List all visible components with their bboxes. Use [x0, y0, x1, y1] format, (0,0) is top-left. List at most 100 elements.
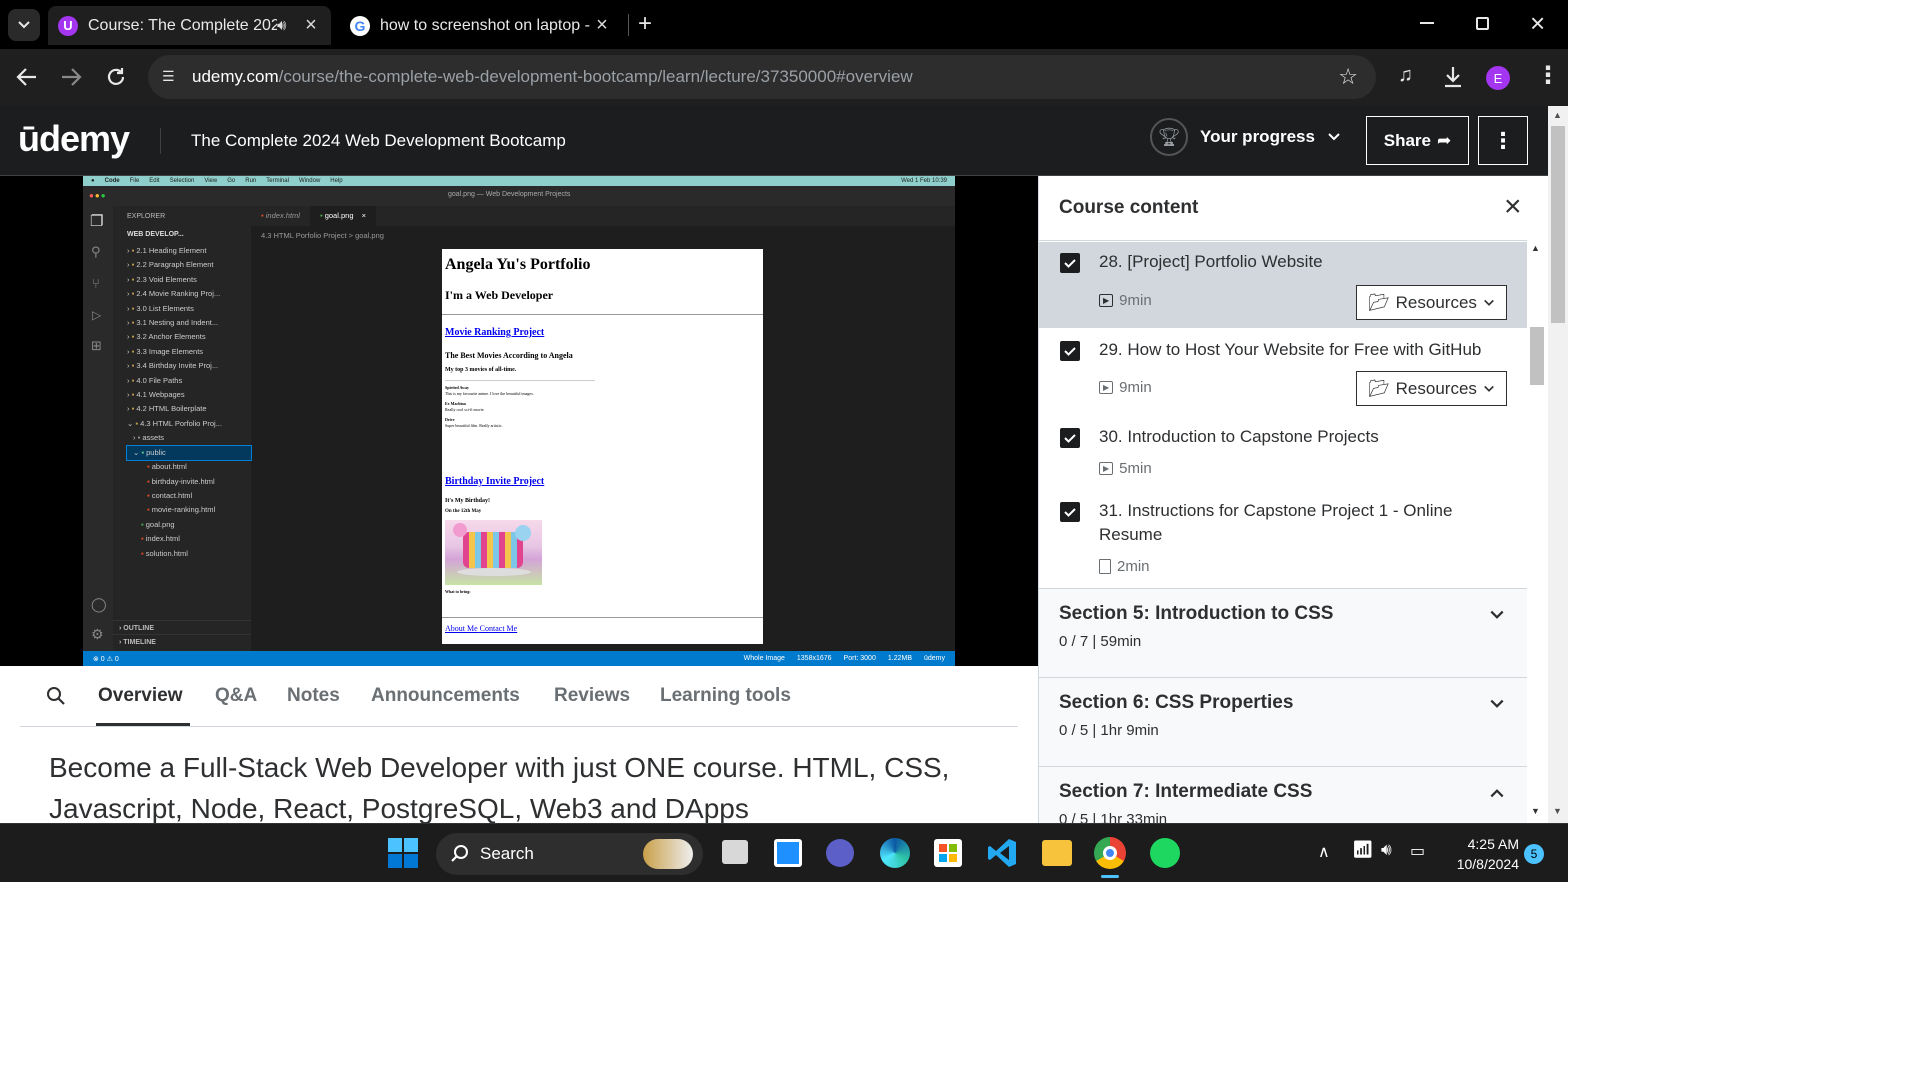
menu-item: Help [330, 178, 343, 184]
browser-tab-strip: U Course: The Complete 2024 Web Developm… [0, 0, 1568, 49]
udemy-logo[interactable]: ūdemy [18, 118, 130, 160]
spotify-icon[interactable] [1150, 838, 1180, 868]
video-player[interactable]: ● Code File Edit Selection View Go Run T… [0, 176, 1038, 666]
folder-icon: 📂︎ [1368, 292, 1390, 312]
tab-announcements[interactable]: Announcements [371, 685, 520, 707]
tab-learning-tools[interactable]: Learning tools [660, 685, 791, 707]
tray-chevron-up-icon[interactable]: ∧ [1318, 842, 1330, 862]
mac-menubar: ● Code File Edit Selection View Go Run T… [83, 176, 955, 186]
tree-folder: › ▪ 2.1 Heading Element [127, 246, 207, 255]
wifi-icon[interactable]: 📶︎ [1352, 840, 1374, 860]
section-header[interactable]: Section 7: Intermediate CSS 0 / 5 | 1hr … [1039, 766, 1527, 823]
chrome-icon[interactable] [1094, 837, 1126, 869]
section-header[interactable]: Section 6: CSS Properties 0 / 5 | 1hr 9m… [1039, 677, 1527, 766]
lecture-title: 29. How to Host Your Website for Free wi… [1099, 340, 1482, 359]
tree-folder: › ▪ 3.4 Birthday Invite Proj... [127, 361, 219, 371]
status-problems: ⊗ 0 ⚠ 0 [93, 655, 119, 663]
forward-icon[interactable] [60, 67, 82, 87]
share-label: Share [1383, 130, 1431, 150]
progress-button[interactable]: 🏆︎ Your progress [1150, 118, 1341, 156]
edge-icon[interactable] [880, 838, 910, 868]
lecture-duration: ▶ 9min [1099, 292, 1152, 309]
lecture-checkbox[interactable] [1060, 428, 1080, 448]
section-title: Section 5: Introduction to CSS [1059, 603, 1334, 624]
url-path: /course/the-complete-web-development-boo… [278, 67, 913, 86]
more-options-button[interactable]: ⋮ [1478, 116, 1528, 165]
tab-reviews[interactable]: Reviews [554, 685, 630, 707]
lecture-item[interactable]: 29. How to Host Your Website for Free wi… [1039, 328, 1527, 416]
windows-taskbar: Search ∧ 📶︎ 🔊︎ ▭ 4:25 AM 10/8/2024 5 [0, 823, 1568, 882]
clock[interactable]: 4:25 AM 10/8/2024 [1444, 834, 1519, 874]
course-title[interactable]: The Complete 2024 Web Development Bootca… [191, 131, 566, 151]
url-bar[interactable]: ☰ udemy.com/course/the-complete-web-deve… [148, 55, 1376, 99]
close-tab-icon[interactable]: × [592, 14, 612, 37]
section-meta: 0 / 7 | 59min [1059, 633, 1142, 650]
tab-overview[interactable]: Overview [98, 685, 183, 707]
scroll-up-arrow-icon[interactable]: ▲ [1531, 243, 1540, 253]
volume-icon[interactable]: 🔊︎ [1381, 840, 1392, 860]
file-explorer-icon[interactable] [1042, 840, 1072, 866]
close-tab-icon[interactable]: × [301, 14, 321, 37]
share-button[interactable]: Share ➦ [1366, 116, 1469, 165]
sidebar-scrollbar[interactable]: ▲ ▼ [1527, 241, 1547, 823]
resources-button[interactable]: 📂︎ Resources [1356, 285, 1507, 320]
widgets-icon[interactable] [774, 839, 802, 867]
progress-label: Your progress [1200, 127, 1315, 146]
new-tab-icon[interactable]: + [638, 10, 652, 38]
trophy-icon: 🏆︎ [1150, 118, 1188, 156]
lecture-checkbox[interactable] [1060, 253, 1080, 273]
folder-icon: 📂︎ [1368, 378, 1390, 398]
tab-search-button[interactable] [8, 9, 40, 41]
browser-toolbar: ☰ udemy.com/course/the-complete-web-deve… [0, 49, 1568, 106]
search-icon[interactable] [46, 686, 66, 706]
lecture-item[interactable]: 30. Introduction to Capstone Projects ▶ 5… [1039, 416, 1527, 490]
close-window-icon[interactable]: × [1530, 8, 1545, 39]
media-control-icon[interactable]: ♫ [1398, 64, 1413, 87]
speaker-icon[interactable]: 🔊︎ [277, 17, 301, 34]
minimize-icon[interactable] [1420, 22, 1434, 24]
battery-icon[interactable]: ▭ [1410, 841, 1425, 861]
run-debug-icon: ▷ [92, 308, 102, 322]
resources-button[interactable]: 📂︎ Resources [1356, 371, 1507, 406]
section-header[interactable]: Section 5: Introduction to CSS 0 / 7 | 5… [1039, 588, 1527, 677]
windows-start-icon[interactable] [388, 838, 418, 868]
course-content-sidebar: Course content × 28. [Project] Portfolio… [1038, 176, 1527, 823]
section-title: Section 7: Intermediate CSS [1059, 781, 1313, 802]
scrollbar-thumb[interactable] [1551, 126, 1565, 323]
lecture-checkbox[interactable] [1060, 341, 1080, 361]
preview-footer-links: About Me Contact Me [445, 624, 517, 633]
page-scrollbar[interactable]: ▲ ▼ [1548, 106, 1568, 823]
tab-notes[interactable]: Notes [287, 685, 340, 707]
store-icon[interactable] [934, 839, 962, 867]
scroll-down-arrow-icon[interactable]: ▼ [1553, 806, 1562, 816]
bookmark-star-icon[interactable]: ☆ [1338, 64, 1358, 90]
vscode-icon[interactable] [986, 837, 1018, 869]
preview-hr [445, 380, 595, 381]
browser-menu-icon[interactable]: ⋮ [1536, 61, 1560, 90]
lecture-item-active[interactable]: 28. [Project] Portfolio Website ▶ 9min 📂︎… [1039, 242, 1527, 328]
tree-folder: › ▪ 3.2 Anchor Elements [127, 332, 206, 342]
scrollbar-thumb[interactable] [1530, 327, 1544, 385]
meet-icon[interactable] [826, 839, 854, 867]
extensions-icon: ⊞ [91, 338, 102, 353]
site-info-icon[interactable]: ☰ [162, 68, 180, 86]
browser-tab-google[interactable]: G how to screenshot on laptop - Google S… [340, 6, 622, 45]
browser-tab-udemy[interactable]: U Course: The Complete 2024 Web Developm… [48, 6, 331, 45]
back-icon[interactable] [16, 67, 38, 87]
taskbar-search[interactable]: Search [436, 833, 703, 875]
tab-qa[interactable]: Q&A [215, 685, 257, 707]
lecture-checkbox[interactable] [1060, 502, 1080, 522]
scroll-down-arrow-icon[interactable]: ▼ [1531, 806, 1540, 816]
reload-icon[interactable] [105, 66, 127, 88]
task-view-icon[interactable] [722, 840, 748, 864]
lecture-item[interactable]: 31. Instructions for Capstone Project 1 … [1039, 490, 1527, 588]
scroll-up-arrow-icon[interactable]: ▲ [1553, 110, 1562, 120]
profile-avatar[interactable]: E [1486, 66, 1510, 90]
notification-badge[interactable]: 5 [1524, 844, 1544, 864]
chevron-down-icon [1490, 610, 1504, 619]
restore-icon[interactable] [1476, 17, 1489, 30]
tree-folder: › ▪ 3.1 Nesting and Indent... [127, 318, 219, 328]
close-sidebar-icon[interactable]: × [1504, 190, 1522, 224]
menu-item: Terminal [266, 178, 289, 184]
download-icon[interactable] [1443, 66, 1463, 88]
